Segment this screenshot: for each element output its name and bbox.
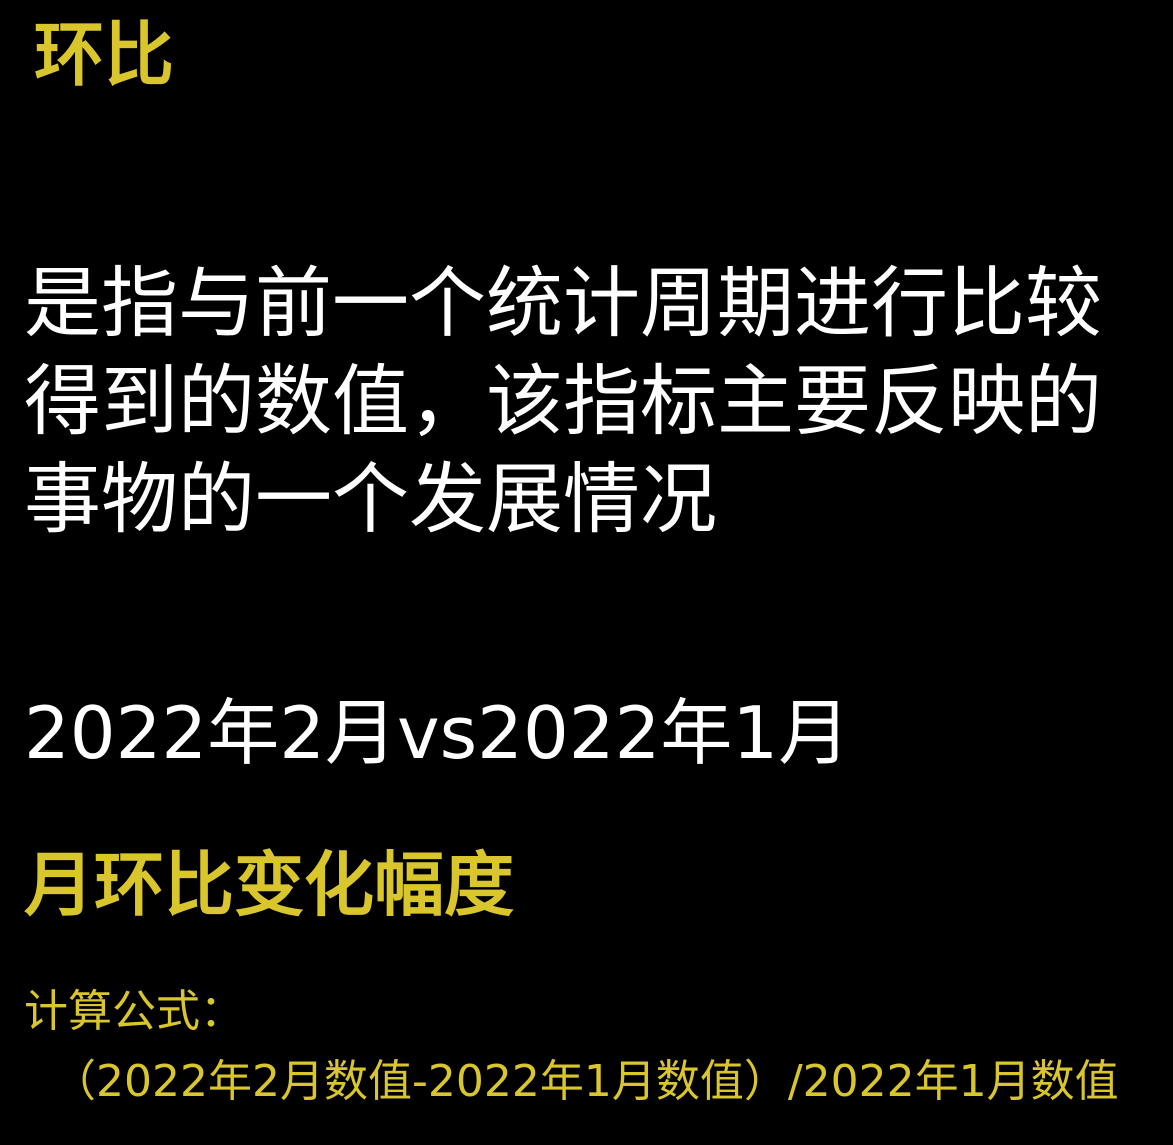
- definition-line-1: 是指与前一个统计周期进行比较: [24, 260, 1102, 349]
- definition-line-2: 得到的数值，该指标主要反映的: [24, 358, 1102, 447]
- section-subtitle: 月环比变化幅度: [24, 844, 514, 926]
- formula-text: （2022年2月数值-2022年1月数值）/2022年1月数值: [52, 1056, 1119, 1107]
- definition-line-3: 事物的一个发展情况: [24, 456, 717, 545]
- definition-text: 是指与前一个统计周期进行比较 得到的数值，该指标主要反映的 事物的一个发展情况: [24, 256, 1164, 550]
- formula-label: 计算公式：: [24, 986, 244, 1037]
- comparison-periods: 2022年2月vs2022年1月: [24, 691, 851, 775]
- slide-title: 环比: [34, 14, 174, 96]
